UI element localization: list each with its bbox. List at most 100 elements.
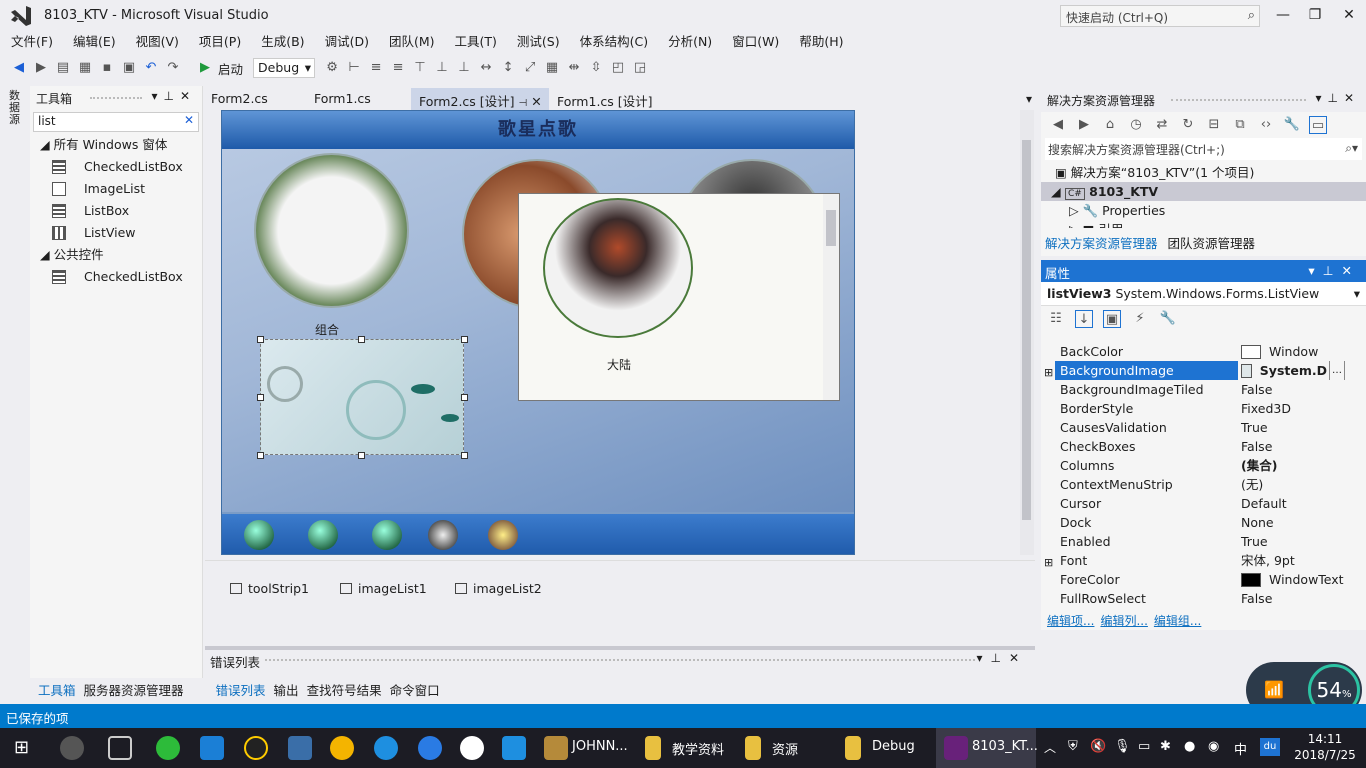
close-icon[interactable]: ✕ bbox=[180, 89, 196, 103]
designer-scrollbar[interactable] bbox=[1020, 110, 1034, 555]
property-row[interactable]: BackColor Window bbox=[1055, 342, 1345, 361]
tab-form2-cs[interactable]: Form2.cs bbox=[203, 88, 306, 110]
tab-solution-explorer[interactable]: 解决方案资源管理器 bbox=[1045, 233, 1158, 252]
close-button[interactable]: ✕ bbox=[1334, 4, 1364, 26]
bring-to-front-icon[interactable]: ◰ bbox=[609, 59, 627, 77]
property-row[interactable]: BorderStyle Fixed3D bbox=[1055, 399, 1345, 418]
close-icon[interactable]: ✕ bbox=[1344, 91, 1360, 105]
folder-icon[interactable] bbox=[745, 736, 761, 760]
menu-project[interactable]: 项目(P) bbox=[199, 32, 241, 52]
toolbox-item-imagelist[interactable]: ImageList bbox=[30, 178, 202, 200]
home-icon[interactable]: ⌂ bbox=[1101, 116, 1119, 134]
properties-object-selector[interactable]: listView3 System.Windows.Forms.ListView ▾ bbox=[1041, 282, 1366, 306]
battery-icon[interactable]: ▭ bbox=[1138, 739, 1150, 754]
folder-icon[interactable] bbox=[845, 736, 861, 760]
align-center-icon[interactable]: ≡ bbox=[367, 59, 385, 77]
property-row[interactable]: Enabled True bbox=[1055, 532, 1345, 551]
size-to-grid-icon[interactable]: ▦ bbox=[543, 59, 561, 77]
property-row[interactable]: FullRowSelect False bbox=[1055, 589, 1345, 608]
toolbox-item-listbox[interactable]: ListBox bbox=[30, 200, 202, 222]
resize-handle[interactable] bbox=[461, 452, 468, 459]
folder-icon[interactable] bbox=[645, 736, 661, 760]
same-size-icon[interactable]: ⤢ bbox=[521, 59, 539, 77]
tab-command-window[interactable]: 命令窗口 bbox=[390, 680, 440, 699]
app-icon[interactable] bbox=[418, 736, 442, 760]
tree-properties-node[interactable]: ▷ 🔧 Properties bbox=[1041, 201, 1366, 220]
open-file-icon[interactable]: ▦ bbox=[76, 59, 94, 77]
taskbar-item-debug[interactable]: Debug bbox=[872, 739, 915, 754]
ie-icon[interactable] bbox=[502, 736, 526, 760]
wechat-tray-icon[interactable]: ● bbox=[1184, 739, 1195, 754]
view-code-icon[interactable]: ‹› bbox=[1257, 116, 1275, 134]
close-icon[interactable]: ✕ bbox=[1009, 651, 1027, 665]
resize-handle[interactable] bbox=[358, 336, 365, 343]
tab-server-explorer[interactable]: 服务器资源管理器 bbox=[84, 680, 184, 699]
category-toolstrip-icon[interactable] bbox=[308, 520, 338, 550]
menu-file[interactable]: 文件(F) bbox=[11, 32, 53, 52]
redo-icon[interactable]: ↷ bbox=[164, 59, 182, 77]
tab-output[interactable]: 输出 bbox=[274, 680, 299, 699]
tree-references-node[interactable]: ▷ ■ 引用 bbox=[1041, 220, 1366, 228]
edit-columns-link[interactable]: 编辑列... bbox=[1100, 612, 1147, 629]
tab-find-symbol-results[interactable]: 查找符号结果 bbox=[307, 680, 382, 699]
menu-help[interactable]: 帮助(H) bbox=[799, 32, 843, 52]
property-row[interactable]: ForeColor WindowText bbox=[1055, 570, 1345, 589]
start-button[interactable]: 启动 bbox=[218, 59, 243, 78]
events-icon[interactable]: ⚡ bbox=[1131, 310, 1149, 328]
save-all-icon[interactable]: ▣ bbox=[120, 59, 138, 77]
app-icon[interactable] bbox=[288, 736, 312, 760]
pin-icon[interactable]: ⊣ bbox=[519, 98, 528, 109]
tray-expand-icon[interactable]: ︿ bbox=[1044, 739, 1056, 756]
taskbar-item-vs-active[interactable]: 8103_KT... bbox=[936, 728, 1038, 768]
tray-toolstrip1[interactable]: toolStrip1 bbox=[230, 581, 309, 596]
forward-icon[interactable]: ▶ bbox=[32, 59, 50, 77]
align-middle-icon[interactable]: ⊥ bbox=[433, 59, 451, 77]
history-icon[interactable]: ◷ bbox=[1127, 116, 1145, 134]
tab-list-dropdown-icon[interactable]: ▾ bbox=[1026, 92, 1032, 106]
windows-start-icon[interactable]: ⊞ bbox=[14, 737, 29, 758]
group-singer-picture[interactable] bbox=[254, 153, 409, 308]
align-bottom-icon[interactable]: ⊥ bbox=[455, 59, 473, 77]
shield-icon[interactable]: ⛨ bbox=[1068, 739, 1078, 754]
app-icon[interactable] bbox=[460, 736, 484, 760]
resize-handle[interactable] bbox=[257, 394, 264, 401]
categorized-icon[interactable]: ☷ bbox=[1047, 310, 1065, 328]
clock[interactable]: 14:11 2018/7/25 bbox=[1290, 731, 1360, 763]
dropdown-icon[interactable]: ▾ bbox=[151, 89, 163, 103]
property-row[interactable]: CausesValidation True bbox=[1055, 418, 1345, 437]
property-row[interactable]: BackgroundImageTiled False bbox=[1055, 380, 1345, 399]
pin-icon[interactable]: ⊥ bbox=[1323, 263, 1342, 278]
toolbox-group-common-controls[interactable]: ◢ 公共控件 bbox=[30, 244, 202, 266]
mainland-listview[interactable]: 大陆 bbox=[518, 193, 840, 401]
ime-indicator[interactable]: 中 bbox=[1234, 739, 1247, 758]
same-width-icon[interactable]: ↔ bbox=[477, 59, 495, 77]
taskbar-item-teaching[interactable]: 教学资料 bbox=[672, 739, 724, 758]
start-icon[interactable]: ▶ bbox=[196, 59, 214, 77]
property-row[interactable]: Font 宋体, 9pt bbox=[1055, 551, 1345, 570]
tree-project-node[interactable]: ◢ C# 8103_KTV bbox=[1041, 182, 1366, 201]
menu-edit[interactable]: 编辑(E) bbox=[73, 32, 116, 52]
ellipsis-button[interactable]: … bbox=[1329, 361, 1345, 380]
menu-test[interactable]: 测试(S) bbox=[517, 32, 560, 52]
property-row[interactable]: CheckBoxes False bbox=[1055, 437, 1345, 456]
toolbox-group-all-windows-forms[interactable]: ◢ 所有 Windows 窗体 bbox=[30, 134, 202, 156]
menu-tools[interactable]: 工具(T) bbox=[455, 32, 497, 52]
wechat-icon[interactable] bbox=[156, 736, 180, 760]
alphabetical-icon[interactable]: ↓ bbox=[1075, 310, 1093, 328]
back-icon[interactable]: ◀ bbox=[1049, 116, 1067, 134]
resize-handle[interactable] bbox=[257, 452, 264, 459]
tab-form1-cs[interactable]: Form1.cs bbox=[306, 88, 411, 110]
ranking-toolstrip-icon[interactable] bbox=[488, 520, 518, 550]
quick-launch-input[interactable]: 快速启动 (Ctrl+Q) ⌕ bbox=[1060, 5, 1260, 27]
new-project-icon[interactable]: ▤ bbox=[54, 59, 72, 77]
align-right-icon[interactable]: ≡ bbox=[389, 59, 407, 77]
close-tab-icon[interactable]: ✕ bbox=[531, 94, 541, 109]
baidu-icon[interactable]: du bbox=[1260, 738, 1280, 756]
property-row[interactable]: Dock None bbox=[1055, 513, 1345, 532]
scrollbar-thumb[interactable] bbox=[1022, 140, 1031, 520]
attach-icon[interactable]: ⚙ bbox=[323, 59, 341, 77]
save-icon[interactable]: ▪ bbox=[98, 59, 116, 77]
mainland-singer-picture[interactable] bbox=[543, 198, 693, 338]
tab-toolbox[interactable]: 工具箱 bbox=[38, 680, 76, 699]
minimize-button[interactable]: — bbox=[1268, 4, 1298, 26]
